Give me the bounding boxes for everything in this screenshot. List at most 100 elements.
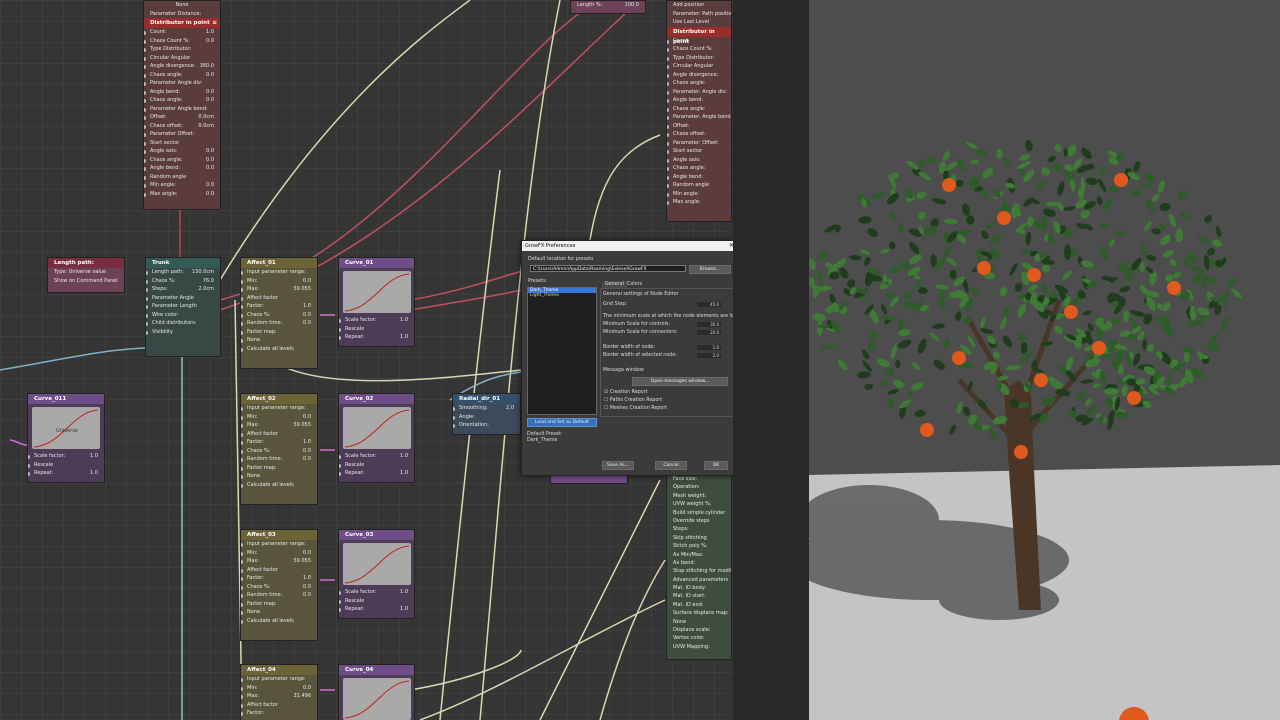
socket-icon[interactable] [241,686,243,691]
node-row[interactable]: Circular Angular [144,54,220,63]
node-header[interactable]: Radial_dir_01 [453,394,520,404]
socket-icon[interactable] [241,466,243,471]
radial-dir-node[interactable]: Radial_dir_01 Smoothing: 2.0 Angle: Orienta… [452,393,521,435]
curve-graph[interactable] [343,543,411,585]
node-row[interactable]: Scale factor: 1.0 [28,452,104,461]
node-row[interactable]: Parameter Angle div: [144,79,220,88]
node-row[interactable]: Rescale [339,325,414,334]
node-row[interactable]: Angle bend: 0.0 [144,164,220,173]
node-row[interactable]: Angle bend: [667,173,731,182]
node-row[interactable]: Chaos angle: [667,164,731,173]
node-row[interactable]: Chaos angle: [667,79,731,88]
node-row[interactable]: Chaos %: 0.0 [241,311,317,320]
node-row[interactable]: Skip stitching [667,534,731,542]
socket-icon[interactable] [667,124,669,129]
socket-icon[interactable] [241,712,243,716]
node-row[interactable]: Chaos angle: 0.0 [144,96,220,105]
socket-icon[interactable] [241,458,243,462]
socket-icon[interactable] [146,313,148,318]
row-value[interactable]: 0.0 [206,147,214,156]
row-value[interactable]: 1.0 [303,302,311,311]
row-value[interactable]: 0.0 [206,88,214,97]
node-row[interactable]: Angle bend: 0.0 [144,88,220,97]
distributor-node-right[interactable]: Add position Parameter: Path position: Use… [666,0,732,222]
socket-icon[interactable] [667,99,669,103]
min-scale-connectors-field[interactable]: 20.0 [697,330,721,335]
node-row[interactable]: Parameter Offset: [144,130,220,139]
mesh-node-panel[interactable]: Face size: Operation: Mesh weight: UVW weig… [666,474,732,660]
creation-report-checkbox[interactable]: ☑ Creation Report [604,390,648,395]
node-row[interactable]: Angle divergence: 360.0 [144,62,220,71]
node-row[interactable]: Scale factor: 1.0 [339,588,414,597]
socket-icon[interactable] [667,141,669,146]
socket-icon[interactable] [339,455,341,459]
socket-icon[interactable] [453,415,455,420]
curve-04-node[interactable]: Curve_04 [338,664,415,720]
ok-button[interactable]: OK [704,461,728,470]
node-row[interactable]: Factor map: [241,600,317,609]
node-row[interactable]: Count: 1.0 [144,28,220,37]
socket-icon[interactable] [241,568,243,573]
node-row[interactable]: Wire color: [146,311,220,320]
socket-icon[interactable] [144,167,146,171]
node-row[interactable]: Displace scale: [667,626,731,634]
node-row[interactable]: Min angle: [667,190,731,199]
node-row[interactable]: Length path: 150.0cm [146,268,220,277]
node-row[interactable]: Offset: [667,122,731,131]
socket-icon[interactable] [241,339,243,343]
row-value[interactable]: 0.0 [303,583,311,592]
node-row[interactable]: None [241,472,317,481]
node-row[interactable]: Surface displace map: [667,609,731,617]
node-row[interactable]: Chaos %: 76.0 [146,277,220,286]
row-value[interactable]: 0.0 [206,190,214,199]
node-header[interactable]: Distributor in point ≡ [144,18,220,28]
node-row[interactable]: Repeat: 1.0 [339,469,414,478]
node-row[interactable]: Override steps [667,517,731,525]
node-row[interactable]: Input parameter range: [241,404,317,413]
row-value[interactable]: 0.0 [303,684,311,693]
node-row[interactable]: Chaos %: 0.0 [241,447,317,456]
socket-icon[interactable] [144,150,146,154]
socket-icon[interactable] [667,201,669,205]
socket-icon[interactable] [144,65,146,69]
socket-icon[interactable] [453,424,455,428]
curve-graph[interactable] [343,271,411,313]
tab-colors[interactable]: Colors [624,281,645,288]
curve-02-node[interactable]: Curve_02 Scale factor: 1.0 Rescale Repeat: 1… [338,393,415,483]
socket-icon[interactable] [144,192,146,197]
socket-icon[interactable] [241,407,243,411]
socket-icon[interactable] [667,158,669,163]
socket-icon[interactable] [241,432,243,437]
row-value[interactable]: 59.055 [294,557,312,566]
row-value[interactable]: 0.0cm [198,113,214,122]
node-menu-icon[interactable]: ≡ [212,18,217,28]
socket-icon[interactable] [339,472,341,476]
node-row[interactable]: Type Distributor: [144,45,220,54]
node-row[interactable]: Stop stitching for modifier [667,567,731,575]
node-row[interactable]: Chaos angle: 0.0 [144,156,220,165]
node-row[interactable]: Parameter: Offset: [667,139,731,148]
row-value[interactable]: 1.0 [206,28,214,37]
socket-icon[interactable] [144,39,146,44]
row-value[interactable]: 1.0 [90,469,98,478]
socket-icon[interactable] [241,415,243,420]
socket-icon[interactable] [146,271,148,275]
socket-icon[interactable] [667,167,669,171]
socket-icon[interactable] [667,39,669,44]
node-row[interactable]: None [241,336,317,345]
distributor-node-left[interactable]: None Parameter Distance: Distributor in … [143,0,221,210]
node-row[interactable]: Angle: [453,413,520,422]
socket-icon[interactable] [241,678,243,682]
node-row[interactable]: Mesh weight: [667,492,731,500]
node-row[interactable]: Face size: [667,475,731,483]
row-value[interactable]: 150.0cm [192,268,214,277]
socket-icon[interactable] [144,133,146,137]
socket-icon[interactable] [241,347,243,352]
node-row[interactable]: Advanced parameters [667,576,731,584]
socket-icon[interactable] [28,455,30,459]
node-row[interactable]: Repeat: 1.0 [339,605,414,614]
row-value[interactable]: 0.0 [303,591,311,600]
node-row[interactable]: Type Distributor: [667,54,731,63]
trunk-node[interactable]: Trunk Length path: 150.0cm Chaos %: 76.0 Ste… [145,257,221,357]
socket-icon[interactable] [339,599,341,604]
